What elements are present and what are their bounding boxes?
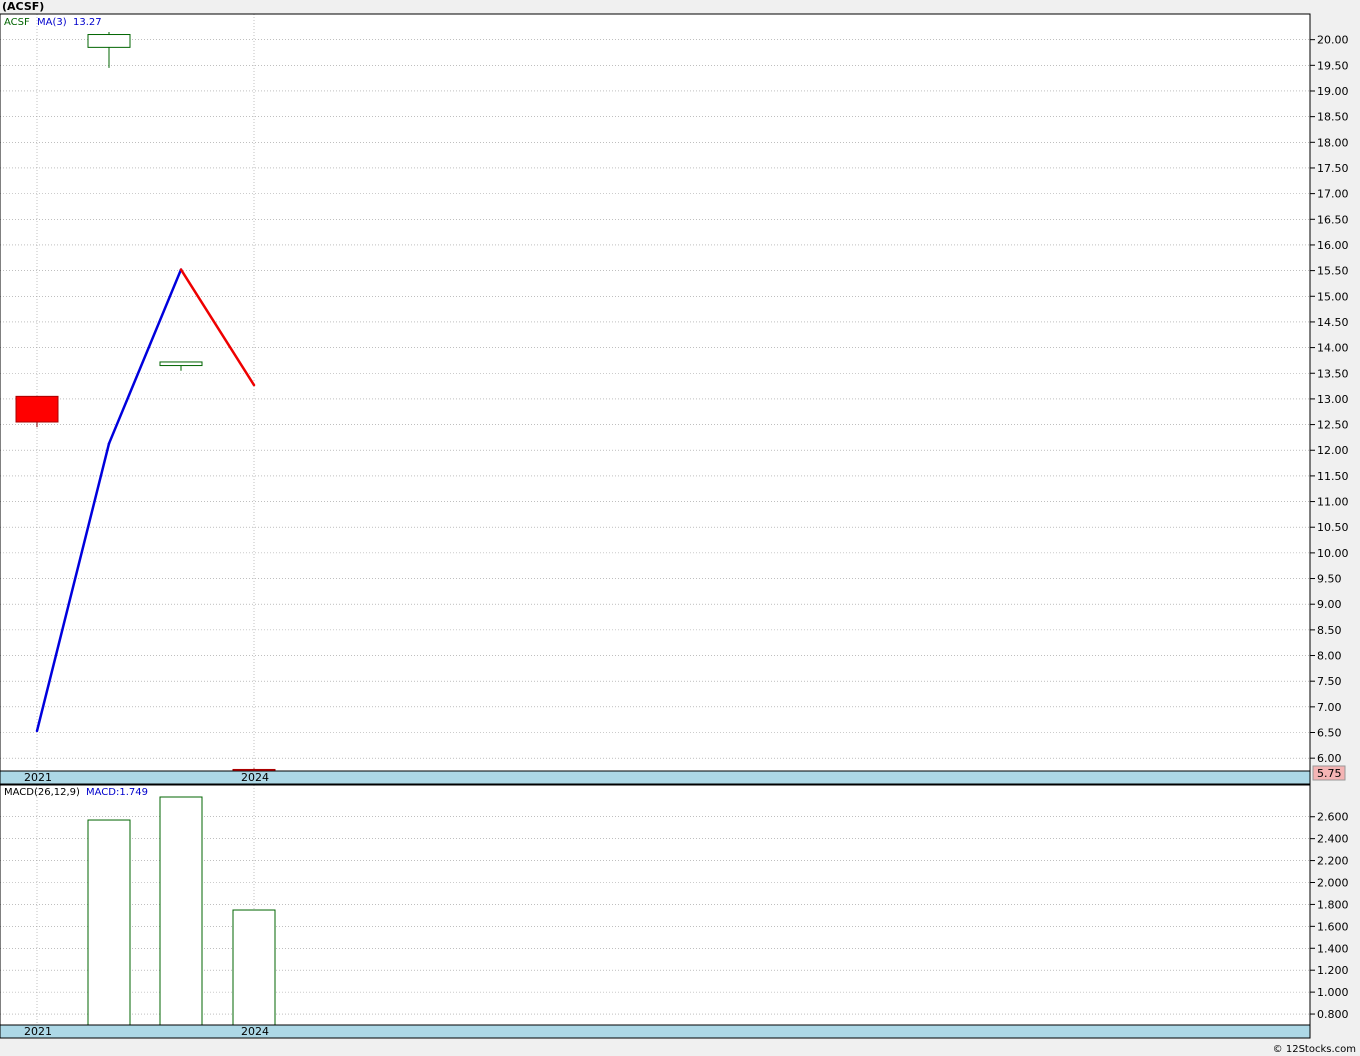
price-tick-label: 7.00 <box>1317 701 1342 714</box>
price-tick-label: 8.00 <box>1317 650 1342 663</box>
macd-tick-label: 2.200 <box>1317 855 1349 868</box>
price-axis: 6.00 6.50 7.00 7.50 8.00 8.50 9.00 9.50 10.00 10.… <box>1310 34 1349 765</box>
macd-tick-label: 1.800 <box>1317 898 1349 911</box>
price-tick-label: 14.00 <box>1317 342 1349 355</box>
price-tick-label: 6.50 <box>1317 727 1342 740</box>
price-tick-label: 19.00 <box>1317 85 1349 98</box>
chart-canvas: 6.00 6.50 7.00 7.50 8.00 8.50 9.00 9.50 10.00 10.… <box>0 13 1349 1039</box>
price-tick-label: 11.00 <box>1317 496 1349 509</box>
macd-legend-value: MACD:1.749 <box>86 787 148 798</box>
price-date-band <box>0 770 1311 785</box>
price-tick-label: 16.50 <box>1317 213 1349 226</box>
macd-tick-label: 1.000 <box>1317 986 1349 999</box>
price-tick-label: 9.50 <box>1317 573 1342 586</box>
macd-tick-label: 2.000 <box>1317 877 1349 890</box>
legend-symbol: ACSF <box>4 17 30 28</box>
legend-ma: MA(3) <box>37 17 67 28</box>
price-tick-label: 13.00 <box>1317 393 1349 406</box>
price-tick-label: 18.00 <box>1317 136 1349 149</box>
price-panel <box>0 14 1310 771</box>
macd-bar <box>87 819 131 1026</box>
candle-body <box>15 395 59 423</box>
candle-body <box>159 361 203 367</box>
macd-year-2021: 2021 <box>24 1025 52 1038</box>
price-tick-label: 13.50 <box>1317 367 1349 380</box>
price-year-2021: 2021 <box>24 771 52 784</box>
price-tick-label: 18.50 <box>1317 111 1349 124</box>
price-tick-label: 10.50 <box>1317 521 1349 534</box>
price-tick-label: 9.00 <box>1317 598 1342 611</box>
price-tick-label: 16.00 <box>1317 239 1349 252</box>
legend-ma-value: 13.27 <box>73 17 102 28</box>
price-tick-label: 7.50 <box>1317 675 1342 688</box>
macd-tick-label: 1.600 <box>1317 920 1349 933</box>
macd-bar <box>159 796 203 1026</box>
price-tick-label: 11.50 <box>1317 470 1349 483</box>
price-tick-label: 15.00 <box>1317 290 1349 303</box>
candle-body <box>87 34 131 48</box>
macd-tick-label: 2.600 <box>1317 811 1349 824</box>
price-tick-label: 12.00 <box>1317 444 1349 457</box>
macd-year-2024: 2024 <box>241 1025 269 1038</box>
price-tick-label: 10.00 <box>1317 547 1349 560</box>
price-year-2024: 2024 <box>241 771 269 784</box>
macd-date-band <box>0 1024 1311 1039</box>
price-tick-label: 12.50 <box>1317 419 1349 432</box>
price-tick-label: 19.50 <box>1317 59 1349 72</box>
price-tick-label: 17.00 <box>1317 188 1349 201</box>
macd-axis: 0.800 1.000 1.200 1.400 1.600 1.800 2.000 2.200… <box>1310 811 1349 1021</box>
last-price-label: 5.75 <box>1317 767 1342 780</box>
macd-bar <box>232 909 276 1026</box>
price-tick-label: 14.50 <box>1317 316 1349 329</box>
macd-tick-label: 0.800 <box>1317 1008 1349 1021</box>
price-tick-label: 15.50 <box>1317 265 1349 278</box>
macd-tick-label: 1.400 <box>1317 942 1349 955</box>
price-tick-label: 17.50 <box>1317 162 1349 175</box>
macd-legend-label: MACD(26,12,9) <box>4 787 80 798</box>
macd-tick-label: 1.200 <box>1317 964 1349 977</box>
macd-tick-label: 2.400 <box>1317 833 1349 846</box>
price-tick-label: 8.50 <box>1317 624 1342 637</box>
price-tick-label: 20.00 <box>1317 34 1349 47</box>
price-tick-label: 6.00 <box>1317 752 1342 765</box>
site-credit: © 12Stocks.com <box>1272 1044 1356 1055</box>
